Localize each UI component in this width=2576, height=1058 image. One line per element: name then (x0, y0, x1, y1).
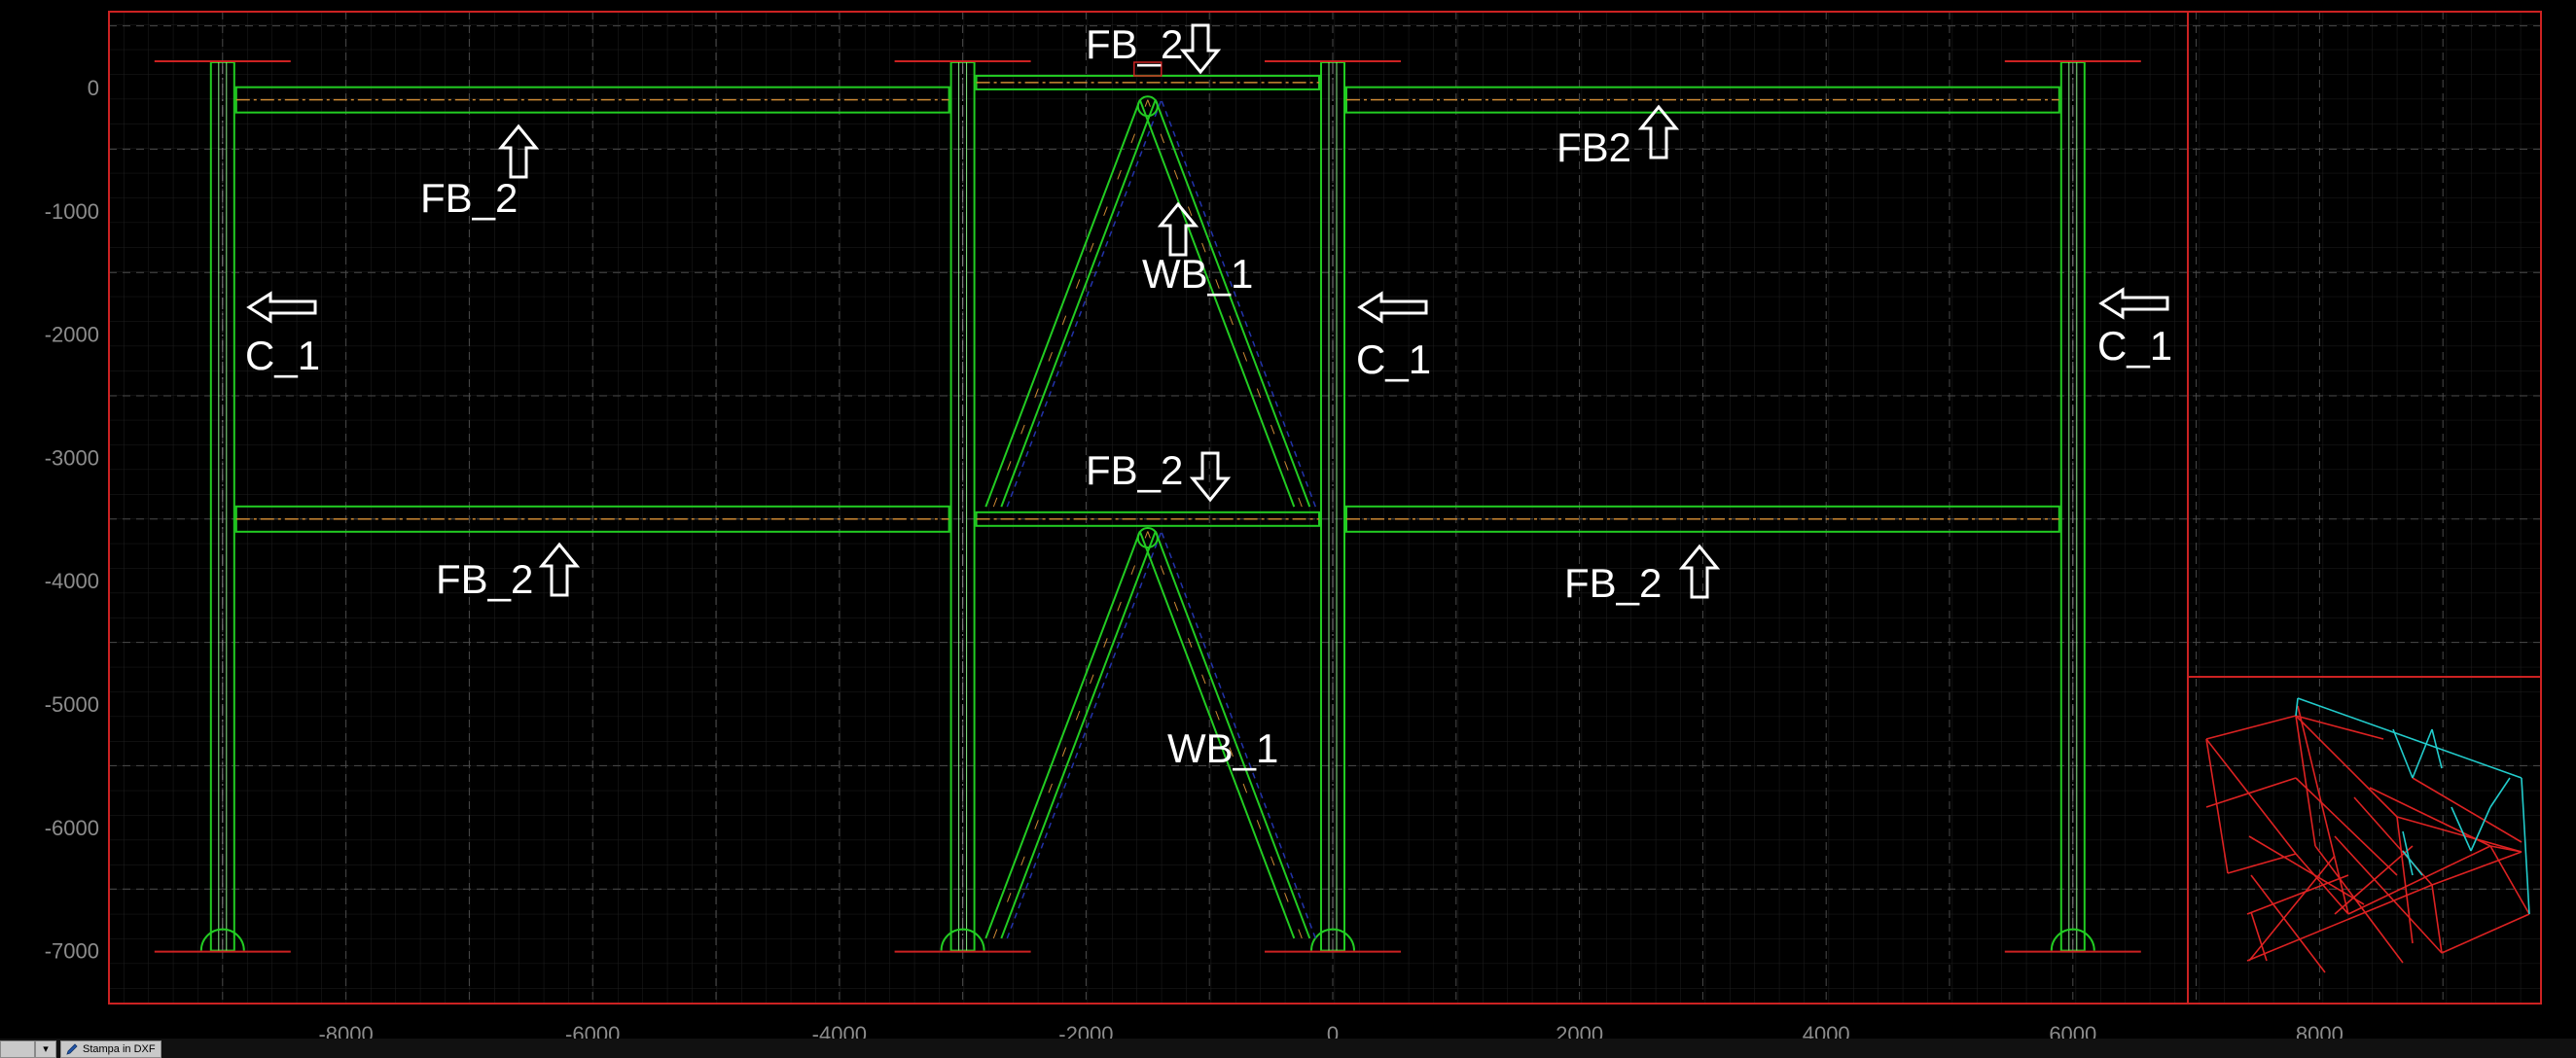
y-tick-label: -2000 (45, 323, 99, 347)
y-tick-label: -6000 (45, 816, 99, 840)
label-fb2-top-left: FB_2 (420, 175, 518, 221)
label-fb2-mid-center: FB_2 (1086, 447, 1183, 493)
chevron-down-icon[interactable]: ▾ (35, 1040, 56, 1058)
cad-viewport[interactable]: -8000 -6000 -4000 -2000 0 2000 4000 6000 8000 0-… (0, 0, 2576, 1058)
label-wb1-lower: WB_1 (1167, 725, 1278, 771)
label-c1-middle: C_1 (1356, 336, 1431, 382)
minor-grid (109, 12, 2541, 1004)
y-tick-label: -7000 (45, 939, 99, 964)
label-c1-right: C_1 (2097, 323, 2172, 369)
label-fb2-lower-left: FB_2 (436, 556, 533, 602)
print-dxf-label: Stampa in DXF (83, 1043, 156, 1055)
pencil-icon (66, 1043, 78, 1055)
label-wb1-upper: WB_1 (1142, 251, 1253, 297)
label-fb2-top-right: FB2 (1556, 124, 1631, 170)
y-tick-label: -3000 (45, 445, 99, 470)
print-dxf-button[interactable]: Stampa in DXF (60, 1040, 161, 1058)
y-tick-label: -5000 (45, 692, 99, 717)
y-tick-label: -4000 (45, 569, 99, 593)
label-fb2-lower-right: FB_2 (1564, 560, 1662, 606)
label-c1-left: C_1 (245, 333, 320, 378)
label-fb2-top-center: FB_2 (1086, 21, 1183, 67)
y-tick-label: 0 (88, 76, 99, 100)
y-tick-label: -1000 (45, 199, 99, 224)
view-dropdown[interactable] (0, 1040, 35, 1058)
bottom-toolbar (0, 1039, 2576, 1058)
